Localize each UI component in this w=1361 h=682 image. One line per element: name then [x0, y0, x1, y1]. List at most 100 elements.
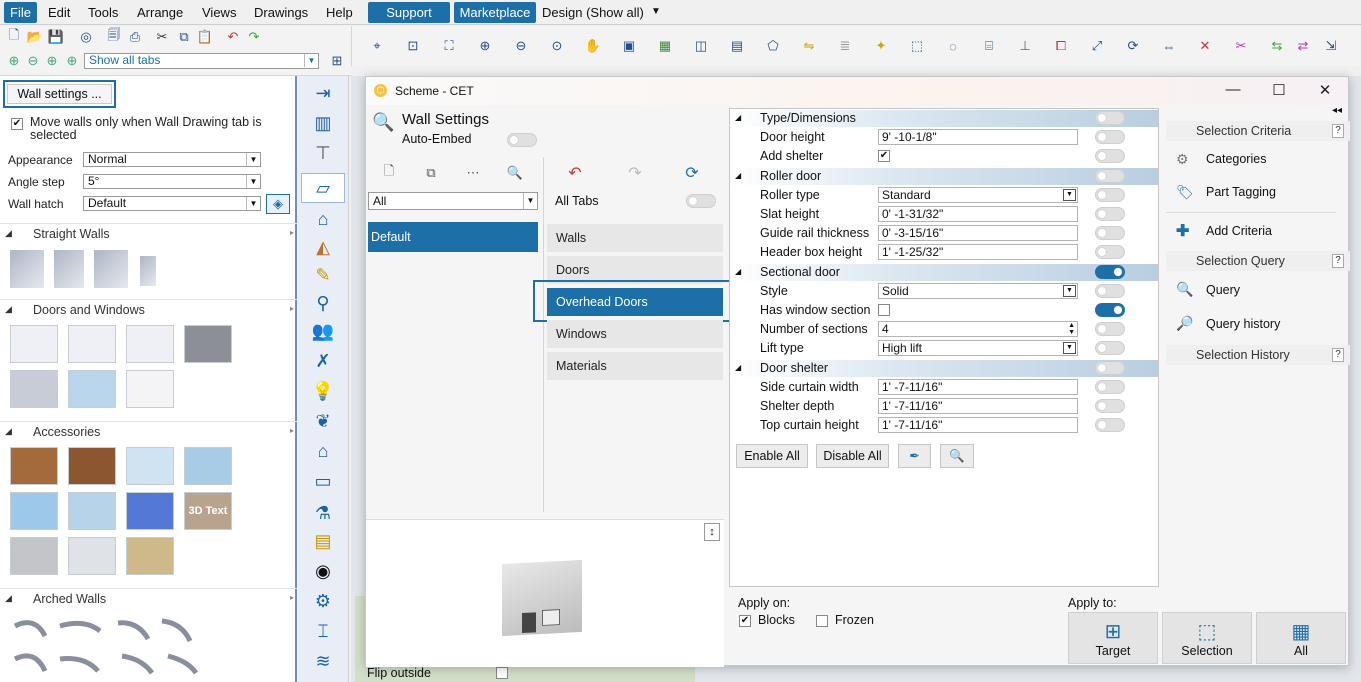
- picture-frame-thumb[interactable]: [126, 537, 174, 575]
- nav-back-icon[interactable]: ⊕: [5, 52, 23, 70]
- add-shelter-toggle[interactable]: [1095, 149, 1125, 163]
- tab-overhead-doors[interactable]: Overhead Doors: [547, 288, 723, 316]
- query-history-item[interactable]: 🔎 Query history: [1166, 315, 1336, 335]
- nav-refresh-icon[interactable]: ⊕: [63, 52, 81, 70]
- shutters-thumb[interactable]: [68, 447, 116, 485]
- robot-arm-tool-icon[interactable]: ⚙: [309, 588, 337, 614]
- measure-icon[interactable]: ⌸: [980, 37, 998, 55]
- save-icon[interactable]: 💾: [47, 28, 65, 46]
- section-doors-and-windows[interactable]: ◢ Doors and Windows ▸: [0, 299, 297, 319]
- group-roller-door-toggle[interactable]: [1095, 169, 1125, 183]
- grid-window-thumb[interactable]: [126, 492, 174, 530]
- panel-thumb[interactable]: [126, 370, 174, 408]
- menu-views[interactable]: Views: [196, 2, 242, 23]
- preview-pane[interactable]: ↕: [366, 519, 724, 667]
- rack-tool-icon[interactable]: ⌶: [309, 618, 337, 644]
- design-selector[interactable]: Design (Show all): [536, 2, 650, 23]
- enable-all-button[interactable]: Enable All: [736, 444, 808, 468]
- home-tool-icon[interactable]: ⌂: [309, 438, 337, 464]
- add-criteria-item[interactable]: ✚ Add Criteria: [1166, 222, 1336, 242]
- move-icon[interactable]: ⧠: [1052, 37, 1070, 55]
- zoom-one-to-one-icon[interactable]: ⌖: [368, 37, 386, 55]
- frame-icon[interactable]: ◫: [692, 37, 710, 55]
- transform-icon[interactable]: ⇲: [1322, 37, 1340, 55]
- open-folder-icon[interactable]: 📂: [26, 28, 44, 46]
- door-height-input[interactable]: 9' -10-1/8": [878, 129, 1078, 145]
- dimension-icon[interactable]: ⊥: [1016, 37, 1034, 55]
- section-arched-walls[interactable]: ◢ Arched Walls ▸: [0, 588, 297, 608]
- part-tagging-item[interactable]: 🏷 Part Tagging: [1166, 183, 1336, 203]
- zoom-region-icon[interactable]: ⊡: [404, 37, 422, 55]
- swap-icon[interactable]: ⇄: [1294, 37, 1312, 55]
- disable-all-button[interactable]: Disable All: [816, 444, 889, 468]
- straight-wall-thumb[interactable]: [54, 250, 84, 288]
- group-door-shelter[interactable]: ◢ Door shelter: [731, 360, 1158, 377]
- all-tabs-toggle[interactable]: [686, 194, 716, 208]
- guide-rail-toggle[interactable]: [1095, 226, 1125, 240]
- materials-tool-icon[interactable]: ◭: [309, 234, 337, 260]
- cut-paste-icon[interactable]: ✂: [1232, 37, 1250, 55]
- apply-target-button[interactable]: ⊞ Target: [1068, 612, 1158, 664]
- eyedropper-icon[interactable]: ✒: [898, 444, 931, 468]
- zoom-in-icon[interactable]: ⊕: [476, 37, 494, 55]
- roller-type-toggle[interactable]: [1095, 188, 1125, 202]
- top-curtain-input[interactable]: 1' -7-11/16": [878, 417, 1078, 433]
- has-window-toggle[interactable]: [1095, 303, 1125, 317]
- scheme-item-default[interactable]: Default: [368, 222, 538, 252]
- close-icon[interactable]: ✕: [1310, 81, 1340, 101]
- marketplace-button[interactable]: Marketplace: [454, 2, 536, 23]
- query-item[interactable]: 🔍 Query: [1166, 281, 1336, 301]
- blinds-thumb[interactable]: [10, 447, 58, 485]
- highlight-icon[interactable]: ✦: [872, 37, 890, 55]
- group-door-shelter-toggle[interactable]: [1095, 361, 1125, 375]
- people-tool-icon[interactable]: 👥: [309, 318, 337, 344]
- help-icon[interactable]: ?: [1332, 348, 1344, 362]
- print-preview-icon[interactable]: 🗐: [105, 27, 123, 46]
- group-sectional-door-toggle[interactable]: [1095, 265, 1125, 279]
- tab-walls[interactable]: Walls: [547, 224, 723, 252]
- rotate-icon[interactable]: ⟳: [1124, 37, 1142, 55]
- flip-outside-checkbox[interactable]: [496, 667, 508, 679]
- kitchen-tool-icon[interactable]: ✗: [309, 348, 337, 374]
- search-icon[interactable]: 🔍: [940, 444, 974, 468]
- wall-tool-icon[interactable]: ▱: [301, 173, 345, 203]
- overhead-door-thumb[interactable]: [184, 325, 232, 363]
- copy-icon[interactable]: ⧉: [175, 28, 193, 46]
- stepper-arrows-icon[interactable]: ▲ ▼: [1068, 322, 1075, 336]
- slat-height-input[interactable]: 0' -1-31/32": [878, 206, 1078, 222]
- maximize-icon[interactable]: ☐: [1264, 81, 1294, 101]
- section-accessories[interactable]: ◢ Accessories ▸: [0, 421, 297, 441]
- plumbing-tool-icon[interactable]: ⚲: [309, 290, 337, 316]
- has-window-checkbox[interactable]: [878, 304, 890, 316]
- tab-windows[interactable]: Windows: [547, 320, 723, 348]
- pipe-thumb[interactable]: [68, 537, 116, 575]
- cut-icon[interactable]: ✂: [153, 28, 171, 46]
- window-thumb[interactable]: [68, 370, 116, 408]
- straight-wall-thumb[interactable]: [94, 250, 128, 288]
- section-straight-walls[interactable]: ◢ Straight Walls ▸: [0, 223, 297, 243]
- storage-tool-icon[interactable]: ▤: [309, 528, 337, 554]
- help-icon[interactable]: ?: [1332, 124, 1344, 138]
- curtains-thumb[interactable]: [126, 447, 174, 485]
- style-toggle[interactable]: [1095, 284, 1125, 298]
- shelter-depth-input[interactable]: 1' -7-11/16": [878, 398, 1078, 414]
- search-scheme-icon[interactable]: 🔍: [506, 164, 524, 182]
- minimize-icon[interactable]: —: [1218, 81, 1248, 101]
- select-rect-icon[interactable]: ⬚: [908, 37, 926, 55]
- building-tool-icon[interactable]: ⌂: [309, 206, 337, 232]
- arched-door-thumb[interactable]: [68, 325, 116, 363]
- radiator-thumb[interactable]: [10, 537, 58, 575]
- sections-stepper[interactable]: 4 ▲ ▼: [878, 321, 1078, 337]
- window-rod-thumb[interactable]: [68, 492, 116, 530]
- apply-selection-button[interactable]: ⬚ Selection: [1162, 612, 1252, 664]
- door-dimension-thumb[interactable]: [126, 325, 174, 363]
- stairs-tool-icon[interactable]: ≋: [309, 648, 337, 674]
- apply-all-button[interactable]: ▦ All: [1256, 612, 1346, 664]
- group-type-dimensions-toggle[interactable]: [1095, 111, 1125, 125]
- distribute-icon[interactable]: ⇔: [1160, 37, 1178, 55]
- straight-wall-thumb[interactable]: [140, 256, 156, 286]
- zoom-out-icon[interactable]: ⊖: [512, 37, 530, 55]
- dimension-tool-icon[interactable]: ✎: [309, 262, 337, 288]
- door-thumb[interactable]: [10, 325, 58, 363]
- undo-icon[interactable]: ↶: [566, 164, 584, 182]
